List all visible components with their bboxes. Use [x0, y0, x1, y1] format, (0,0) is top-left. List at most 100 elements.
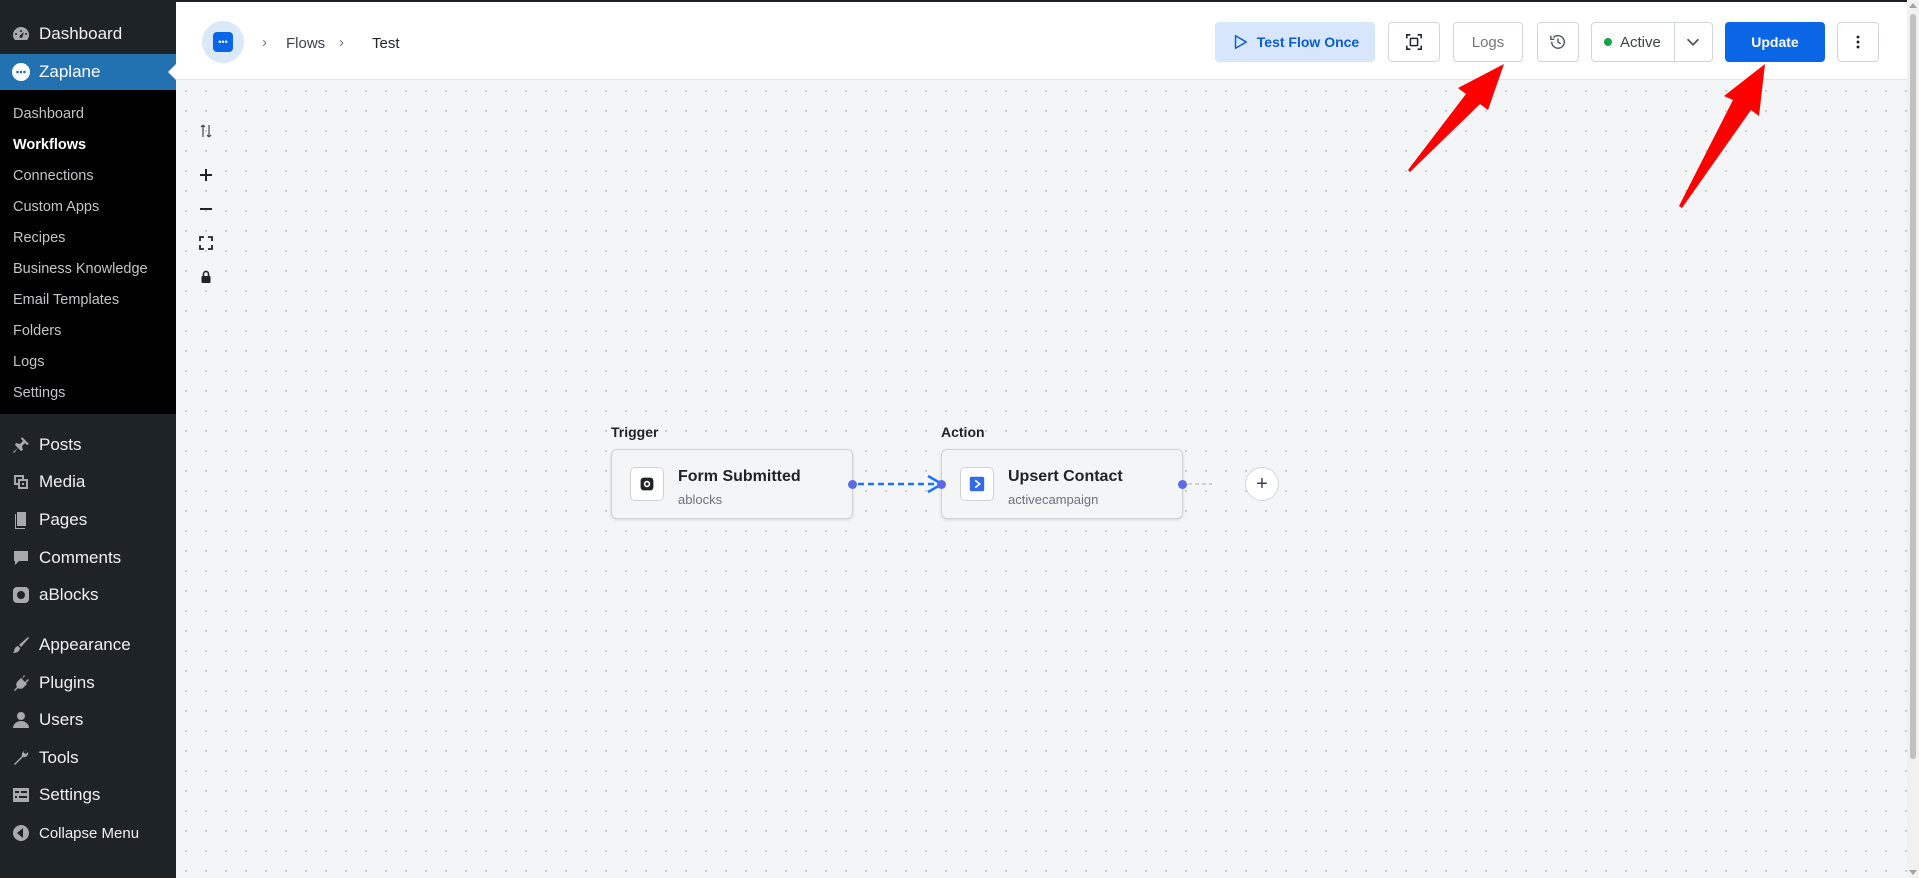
- zoom-out-icon[interactable]: [196, 199, 216, 219]
- ablocks-icon: [10, 584, 32, 606]
- activecampaign-icon: [960, 467, 994, 501]
- menu-item-ablocks[interactable]: aBlocks: [0, 577, 176, 613]
- media-icon: [10, 471, 32, 493]
- test-flow-label: Test Flow Once: [1256, 34, 1360, 50]
- menu-item-label: Media: [39, 472, 86, 491]
- plus-icon: +: [1256, 472, 1268, 495]
- menu-item-label: Settings: [39, 785, 101, 804]
- menu-item-label: Pages: [39, 510, 88, 529]
- swap-direction-icon[interactable]: [196, 121, 216, 141]
- scroll-up-icon[interactable]: [1909, 3, 1917, 8]
- settings-icon: [10, 784, 32, 806]
- annotation-arrow-update: [1679, 64, 1765, 208]
- chevron-right-icon: ›: [339, 34, 344, 51]
- collapse-icon: [10, 822, 32, 844]
- menu-item-posts[interactable]: Posts: [0, 427, 176, 463]
- submenu-recipes[interactable]: Recipes: [13, 230, 65, 246]
- scrollbar-thumb[interactable]: [1910, 14, 1916, 759]
- zaplane-submenu: Dashboard Workflows Connections Custom A…: [0, 90, 176, 414]
- menu-item-media[interactable]: Media: [0, 464, 176, 500]
- more-options-button[interactable]: [1837, 22, 1879, 62]
- zaplane-logo-icon: [10, 61, 32, 83]
- play-icon: [1234, 34, 1247, 50]
- ablocks-icon: [630, 467, 664, 501]
- admin-sidebar: Dashboard Zaplane Dashboard Workflows Co…: [0, 0, 176, 878]
- submenu-folders[interactable]: Folders: [13, 323, 61, 339]
- vertical-scrollbar[interactable]: [1907, 0, 1919, 878]
- submenu-workflows[interactable]: Workflows: [13, 137, 86, 153]
- breadcrumb-current: Test: [372, 35, 400, 52]
- dashboard-icon: [10, 23, 32, 45]
- status-dot: [1604, 38, 1612, 46]
- menu-item-label: Plugins: [39, 673, 95, 692]
- menu-item-label: Tools: [39, 748, 79, 767]
- menu-item-users[interactable]: Users: [0, 702, 176, 738]
- zoom-in-icon[interactable]: [196, 165, 216, 185]
- test-flow-once-button[interactable]: Test Flow Once: [1215, 22, 1375, 62]
- submenu-business-knowledge[interactable]: Business Knowledge: [13, 261, 148, 277]
- zaplane-logo-icon: •••: [213, 32, 233, 52]
- menu-item-tools[interactable]: Tools: [0, 740, 176, 776]
- menu-item-plugins[interactable]: Plugins: [0, 665, 176, 701]
- action-section-label: Action: [941, 424, 985, 440]
- menu-item-appearance[interactable]: Appearance: [0, 627, 176, 663]
- logs-button[interactable]: Logs: [1453, 22, 1523, 62]
- submenu-custom-apps[interactable]: Custom Apps: [13, 199, 99, 215]
- add-step-button[interactable]: +: [1245, 467, 1279, 501]
- fit-view-button[interactable]: [1388, 22, 1440, 62]
- annotation-arrow-logs: [1408, 64, 1504, 172]
- brush-icon: [10, 634, 32, 656]
- divider: [1674, 23, 1675, 61]
- screenshot-icon: [1406, 34, 1422, 50]
- menu-item-label: Dashboard: [39, 24, 123, 43]
- menu-item-label: Appearance: [39, 635, 131, 654]
- menu-item-label: Collapse Menu: [39, 824, 140, 842]
- update-label: Update: [1751, 34, 1799, 50]
- menu-item-comments[interactable]: Comments: [0, 540, 176, 576]
- submenu-dashboard[interactable]: Dashboard: [13, 106, 84, 122]
- lock-icon[interactable]: [196, 267, 216, 287]
- menu-item-label: Zaplane: [39, 62, 101, 81]
- main-area: ••• › Flows › Test Test Flow Once Logs A…: [176, 0, 1919, 878]
- menu-item-dashboard[interactable]: Dashboard: [0, 16, 176, 52]
- plug-icon: [10, 672, 32, 694]
- trigger-section-label: Trigger: [611, 424, 659, 440]
- submenu-email-templates[interactable]: Email Templates: [13, 292, 119, 308]
- submenu-settings[interactable]: Settings: [13, 385, 65, 401]
- wrench-icon: [10, 747, 32, 769]
- menu-item-collapse[interactable]: Collapse Menu: [0, 815, 176, 851]
- action-app: activecampaign: [1008, 492, 1099, 507]
- pages-icon: [10, 509, 32, 531]
- submenu-connections[interactable]: Connections: [13, 168, 94, 184]
- menu-item-label: aBlocks: [39, 585, 99, 604]
- output-handle[interactable]: [1178, 480, 1187, 489]
- history-button[interactable]: [1537, 22, 1579, 62]
- menu-item-label: Users: [39, 710, 84, 729]
- status-dropdown[interactable]: Active: [1591, 22, 1713, 62]
- input-handle[interactable]: [937, 480, 946, 489]
- menu-item-settings[interactable]: Settings: [0, 777, 176, 813]
- action-node[interactable]: Upsert Contact activecampaign: [937, 449, 1187, 519]
- app-logo[interactable]: •••: [202, 21, 244, 63]
- menu-item-zaplane[interactable]: Zaplane: [0, 54, 176, 90]
- scroll-down-icon[interactable]: [1909, 870, 1917, 875]
- chevron-right-icon: ›: [262, 34, 267, 51]
- chevron-down-icon[interactable]: [1684, 33, 1702, 51]
- menu-item-pages[interactable]: Pages: [0, 502, 176, 538]
- menu-item-label: Comments: [39, 548, 122, 567]
- action-title: Upsert Contact: [1008, 468, 1123, 485]
- user-icon: [10, 709, 32, 731]
- breadcrumb-flows[interactable]: Flows: [286, 35, 325, 52]
- status-label: Active: [1620, 33, 1661, 51]
- flow-header: ••• › Flows › Test Test Flow Once Logs A…: [176, 0, 1919, 80]
- flow-canvas[interactable]: Trigger Form Submitted ablocks Action Up…: [176, 81, 1907, 878]
- history-icon: [1550, 34, 1565, 49]
- fullscreen-icon[interactable]: [196, 233, 216, 253]
- logs-label: Logs: [1471, 33, 1505, 51]
- trigger-node[interactable]: Form Submitted ablocks: [611, 449, 857, 519]
- pushpin-icon: [10, 434, 32, 456]
- menu-item-label: Posts: [39, 435, 82, 454]
- comment-icon: [10, 547, 32, 569]
- update-button[interactable]: Update: [1725, 22, 1825, 62]
- submenu-logs[interactable]: Logs: [13, 354, 44, 370]
